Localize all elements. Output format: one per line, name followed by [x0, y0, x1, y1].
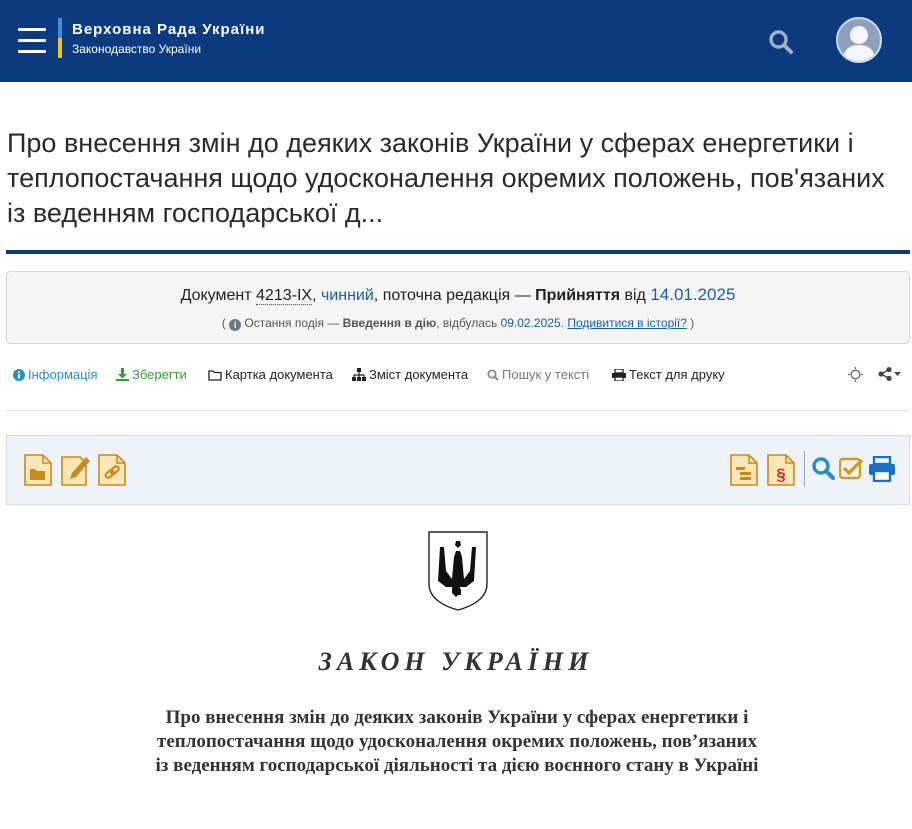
tab-document-card-label: Картка документа: [225, 367, 333, 382]
event-name: Введення в дію: [342, 316, 437, 330]
flag-stripe: [58, 18, 62, 58]
tab-information-label: Інформація: [28, 367, 98, 382]
title-divider: [6, 250, 910, 254]
tab-contents[interactable]: Зміст документа: [352, 367, 468, 382]
event-close: ): [690, 316, 695, 330]
user-avatar-icon[interactable]: [836, 17, 882, 63]
edition-name: Прийняття: [535, 287, 621, 304]
site-subtitle: Законодавство України: [72, 42, 202, 56]
law-title: Про внесення змін до деяких законів Укра…: [155, 707, 759, 776]
tab-save-label: Зберегти: [132, 367, 187, 382]
structure-doc-icon[interactable]: [729, 453, 759, 487]
tab-print-label: Текст для друку: [629, 367, 725, 382]
tab-find-label: Пошук у тексті: [502, 367, 590, 382]
tab-print-text[interactable]: Текст для друку: [612, 367, 725, 382]
tab-document-card[interactable]: Картка документа: [208, 367, 333, 382]
folder-doc-icon[interactable]: [23, 453, 53, 487]
print-icon: [612, 368, 626, 382]
sitemap-icon: [352, 368, 366, 381]
edit-doc-icon[interactable]: [60, 453, 90, 487]
history-link[interactable]: Подивитися в історії?: [567, 316, 687, 330]
link-doc-icon[interactable]: [97, 453, 127, 487]
law-heading: ЗАКОН УКРАЇНИ: [318, 647, 594, 676]
event-mid: , відбулась: [436, 316, 498, 330]
document-title: Про внесення змін до деяких законів Укра…: [7, 128, 885, 228]
event-open: (: [221, 316, 226, 330]
search-icon: [487, 369, 499, 381]
info-icon: i: [229, 319, 242, 331]
last-event-line: ( i Остання подія — Введення в дію, відб…: [7, 314, 909, 332]
tabs-divider: [6, 410, 910, 411]
document-number[interactable]: 4213-IX: [256, 287, 313, 305]
status-mid: , поточна редакція —: [373, 287, 531, 304]
tab-information[interactable]: Інформація: [13, 367, 98, 382]
tab-find-in-text[interactable]: Пошук у тексті: [487, 367, 589, 382]
download-icon: [116, 368, 129, 381]
status-line: Документ 4213-IX, чинний, поточна редакц…: [7, 283, 909, 308]
search-icon[interactable]: [768, 29, 794, 55]
tab-contents-label: Зміст документа: [369, 367, 469, 382]
settings-sun-icon[interactable]: [848, 367, 863, 385]
document-status-box: Документ 4213-IX, чинний, поточна редакц…: [6, 271, 910, 344]
status-prefix: Документ: [180, 287, 252, 304]
svg-text:§: §: [776, 465, 785, 484]
site-brand[interactable]: Верховна Рада України Законодавство Укра…: [58, 18, 266, 58]
document-tabs: Інформація Зберегти Картка документа Змі…: [6, 360, 910, 392]
share-icon[interactable]: [878, 367, 902, 384]
print-icon[interactable]: [868, 455, 898, 490]
document-state[interactable]: чинний: [321, 287, 374, 304]
event-prefix: Остання подія —: [244, 316, 340, 330]
event-date: 09.02.2025: [500, 316, 561, 330]
site-title: Верховна Рада України: [72, 21, 266, 38]
toolbar-separator: [804, 451, 805, 487]
ukraine-coat-of-arms-icon: [428, 531, 488, 611]
tab-save[interactable]: Зберегти: [116, 367, 187, 382]
status-from: від: [624, 287, 646, 304]
top-header-bar: Верховна Рада України Законодавство Укра…: [0, 0, 912, 82]
hamburger-menu-icon[interactable]: [18, 28, 46, 54]
document-toolbar: §: [6, 435, 910, 505]
check-icon[interactable]: [838, 456, 869, 490]
edition-date[interactable]: 14.01.2025: [650, 285, 735, 304]
status-comma: ,: [312, 287, 317, 304]
event-dot: .: [560, 316, 564, 330]
info-circle-icon: [13, 369, 25, 381]
search-icon[interactable]: [811, 456, 841, 490]
paragraph-doc-icon[interactable]: §: [766, 453, 796, 487]
folder-icon: [208, 370, 222, 381]
